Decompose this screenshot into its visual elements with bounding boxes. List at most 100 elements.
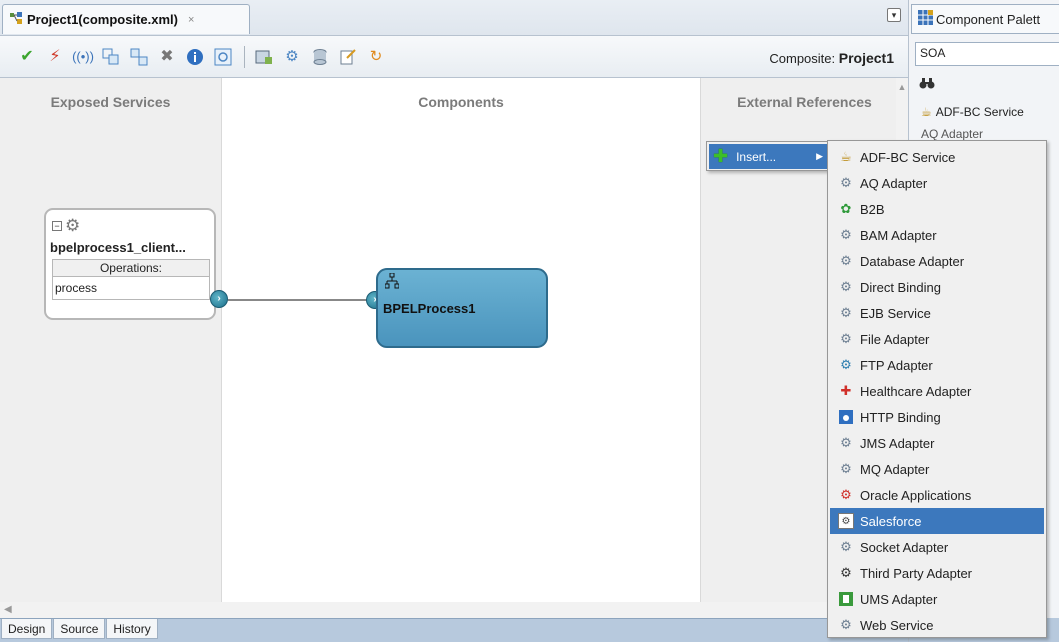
- menu-item-database-adapter[interactable]: ⚙ Database Adapter: [830, 248, 1044, 274]
- menu-item-healthcare-adapter[interactable]: ✚ Healthcare Adapter: [830, 378, 1044, 404]
- component-palette-tab[interactable]: Component Palett: [911, 4, 1059, 34]
- context-menu: ✚ Insert... ▶: [706, 141, 832, 171]
- menu-item-salesforce[interactable]: ⚙ Salesforce: [830, 508, 1044, 534]
- sync-icon[interactable]: [212, 46, 234, 68]
- palette-item-label: ADF-BC Service: [935, 105, 1024, 119]
- toolbar-separator: [244, 45, 245, 68]
- menu-item-label: Database Adapter: [860, 253, 965, 269]
- palette-grid-icon: [918, 10, 933, 28]
- bpel-process-icon: [384, 272, 400, 292]
- menu-item-label: AQ Adapter: [860, 175, 928, 191]
- menu-item-label: JMS Adapter: [860, 435, 935, 451]
- tab-source[interactable]: Source: [53, 619, 106, 639]
- tab-list-dropdown-icon[interactable]: ▾: [887, 8, 901, 22]
- operation-item[interactable]: process: [53, 277, 209, 299]
- menu-item-label: FTP Adapter: [860, 357, 933, 373]
- menu-item-ftp-adapter[interactable]: ⚙ FTP Adapter: [830, 352, 1044, 378]
- context-menu-insert[interactable]: ✚ Insert... ▶: [709, 144, 829, 169]
- menu-item-adf-bc-service[interactable]: ☕ ADF-BC Service: [830, 144, 1044, 170]
- menu-item-oracle-applications[interactable]: ⚙ Oracle Applications: [830, 482, 1044, 508]
- refresh-icon[interactable]: ↻: [365, 46, 387, 68]
- tab-design[interactable]: Design: [1, 619, 53, 639]
- oracle-applications-icon: ⚙: [840, 487, 852, 502]
- palette-item-adf-bc-service[interactable]: ☕ ADF-BC Service: [921, 105, 1024, 119]
- menu-item-label: HTTP Binding: [860, 409, 941, 425]
- gear-service-icon: ⚙: [65, 216, 81, 235]
- menu-item-direct-binding[interactable]: ⚙ Direct Binding: [830, 274, 1044, 300]
- composite-toolbar: ✔ ⚡ ((•)) ✖ ⚙ ↻ Composite: Project1: [0, 36, 908, 78]
- plus-icon: ✚: [713, 146, 729, 166]
- menu-item-ums-adapter[interactable]: UMS Adapter: [830, 586, 1044, 612]
- composite-editor-tab[interactable]: Project1(composite.xml) ×: [2, 4, 250, 34]
- menu-item-label: B2B: [860, 201, 885, 217]
- menu-item-file-adapter[interactable]: ⚙ File Adapter: [830, 326, 1044, 352]
- service-name: bpelprocess1_client...: [50, 240, 186, 255]
- close-tab-icon[interactable]: ×: [188, 14, 194, 26]
- bpel-process-name: BPELProcess1: [383, 301, 476, 316]
- components-title: Components: [418, 94, 504, 110]
- menu-item-label: BAM Adapter: [860, 227, 937, 243]
- mq-adapter-icon: ⚙: [840, 461, 852, 476]
- ums-adapter-icon: [838, 591, 854, 607]
- menu-item-socket-adapter[interactable]: ⚙ Socket Adapter: [830, 534, 1044, 560]
- submenu-arrow-icon: ▶: [816, 151, 823, 161]
- composite-label-text: Composite:: [769, 51, 836, 66]
- database-adapter-icon: ⚙: [840, 253, 852, 268]
- salesforce-icon: ⚙: [838, 513, 854, 529]
- menu-item-label: UMS Adapter: [860, 591, 938, 607]
- menu-item-mq-adapter[interactable]: ⚙ MQ Adapter: [830, 456, 1044, 482]
- menu-item-label: Socket Adapter: [860, 539, 949, 555]
- test-icon[interactable]: [253, 46, 275, 68]
- collapse-icon[interactable]: −: [52, 221, 62, 231]
- edit-icon[interactable]: [337, 46, 359, 68]
- exposed-services-lane[interactable]: Exposed Services: [0, 78, 222, 618]
- bam-adapter-icon: ⚙: [840, 227, 852, 242]
- menu-item-label: Direct Binding: [860, 279, 941, 295]
- menu-item-label: Salesforce: [860, 513, 922, 529]
- palette-item-aq-adapter[interactable]: AQ Adapter: [921, 127, 983, 141]
- menu-item-label: MQ Adapter: [860, 461, 930, 477]
- scroll-left-icon[interactable]: ◀: [4, 604, 12, 615]
- components-lane[interactable]: Components: [222, 78, 700, 618]
- palette-title: Component Palett: [936, 11, 1041, 27]
- info-icon[interactable]: [184, 46, 206, 68]
- insert-label: Insert...: [736, 149, 777, 164]
- lightning-icon[interactable]: ⚡: [44, 46, 66, 68]
- menu-item-web-service[interactable]: ⚙ Web Service: [830, 612, 1044, 638]
- aq-adapter-icon: ⚙: [840, 175, 852, 190]
- composite-name: Project1: [838, 50, 894, 66]
- ejb-service-icon: ⚙: [840, 305, 852, 320]
- delete-icon[interactable]: ✖: [156, 46, 178, 68]
- web-service-icon: ⚙: [840, 617, 852, 632]
- editor-bottom-tabs: Design Source History: [0, 618, 908, 642]
- wire-connection[interactable]: [228, 299, 378, 301]
- menu-item-label: ADF-BC Service: [860, 149, 956, 165]
- broadcast-icon[interactable]: ((•)): [72, 46, 94, 68]
- tab-history[interactable]: History: [106, 619, 158, 639]
- menu-item-jms-adapter[interactable]: ⚙ JMS Adapter: [830, 430, 1044, 456]
- editor-tab-bar: Project1(composite.xml) × ▾: [0, 0, 908, 36]
- deploy-icon[interactable]: [309, 46, 331, 68]
- menu-item-third-party-adapter[interactable]: ⚙ Third Party Adapter: [830, 560, 1044, 586]
- menu-item-aq-adapter[interactable]: ⚙ AQ Adapter: [830, 170, 1044, 196]
- bpel-process-component[interactable]: BPELProcess1: [376, 268, 548, 348]
- binoculars-search-icon[interactable]: [919, 76, 935, 93]
- menu-item-bam-adapter[interactable]: ⚙ BAM Adapter: [830, 222, 1044, 248]
- configure-icon[interactable]: ⚙: [281, 46, 303, 68]
- service-port-icon[interactable]: ›: [210, 290, 228, 308]
- direct-binding-icon: ⚙: [840, 279, 852, 294]
- ungroup-icon[interactable]: [128, 46, 150, 68]
- bpel-client-service[interactable]: − ⚙ bpelprocess1_client... Operations: p…: [44, 208, 216, 320]
- menu-item-b2b[interactable]: ✿ B2B: [830, 196, 1044, 222]
- menu-item-ejb-service[interactable]: ⚙ EJB Service: [830, 300, 1044, 326]
- http-binding-icon: [838, 409, 854, 425]
- menu-item-http-binding[interactable]: HTTP Binding: [830, 404, 1044, 430]
- menu-item-label: File Adapter: [860, 331, 930, 347]
- group-icon[interactable]: [100, 46, 122, 68]
- operations-box: Operations: process: [52, 259, 210, 300]
- menu-item-label: Oracle Applications: [860, 487, 972, 503]
- horizontal-scrollbar[interactable]: ◀: [0, 602, 908, 618]
- validate-check-icon[interactable]: ✔: [16, 46, 38, 68]
- scroll-up-icon[interactable]: ▲: [896, 82, 908, 92]
- palette-category-select[interactable]: SOA: [915, 42, 1059, 66]
